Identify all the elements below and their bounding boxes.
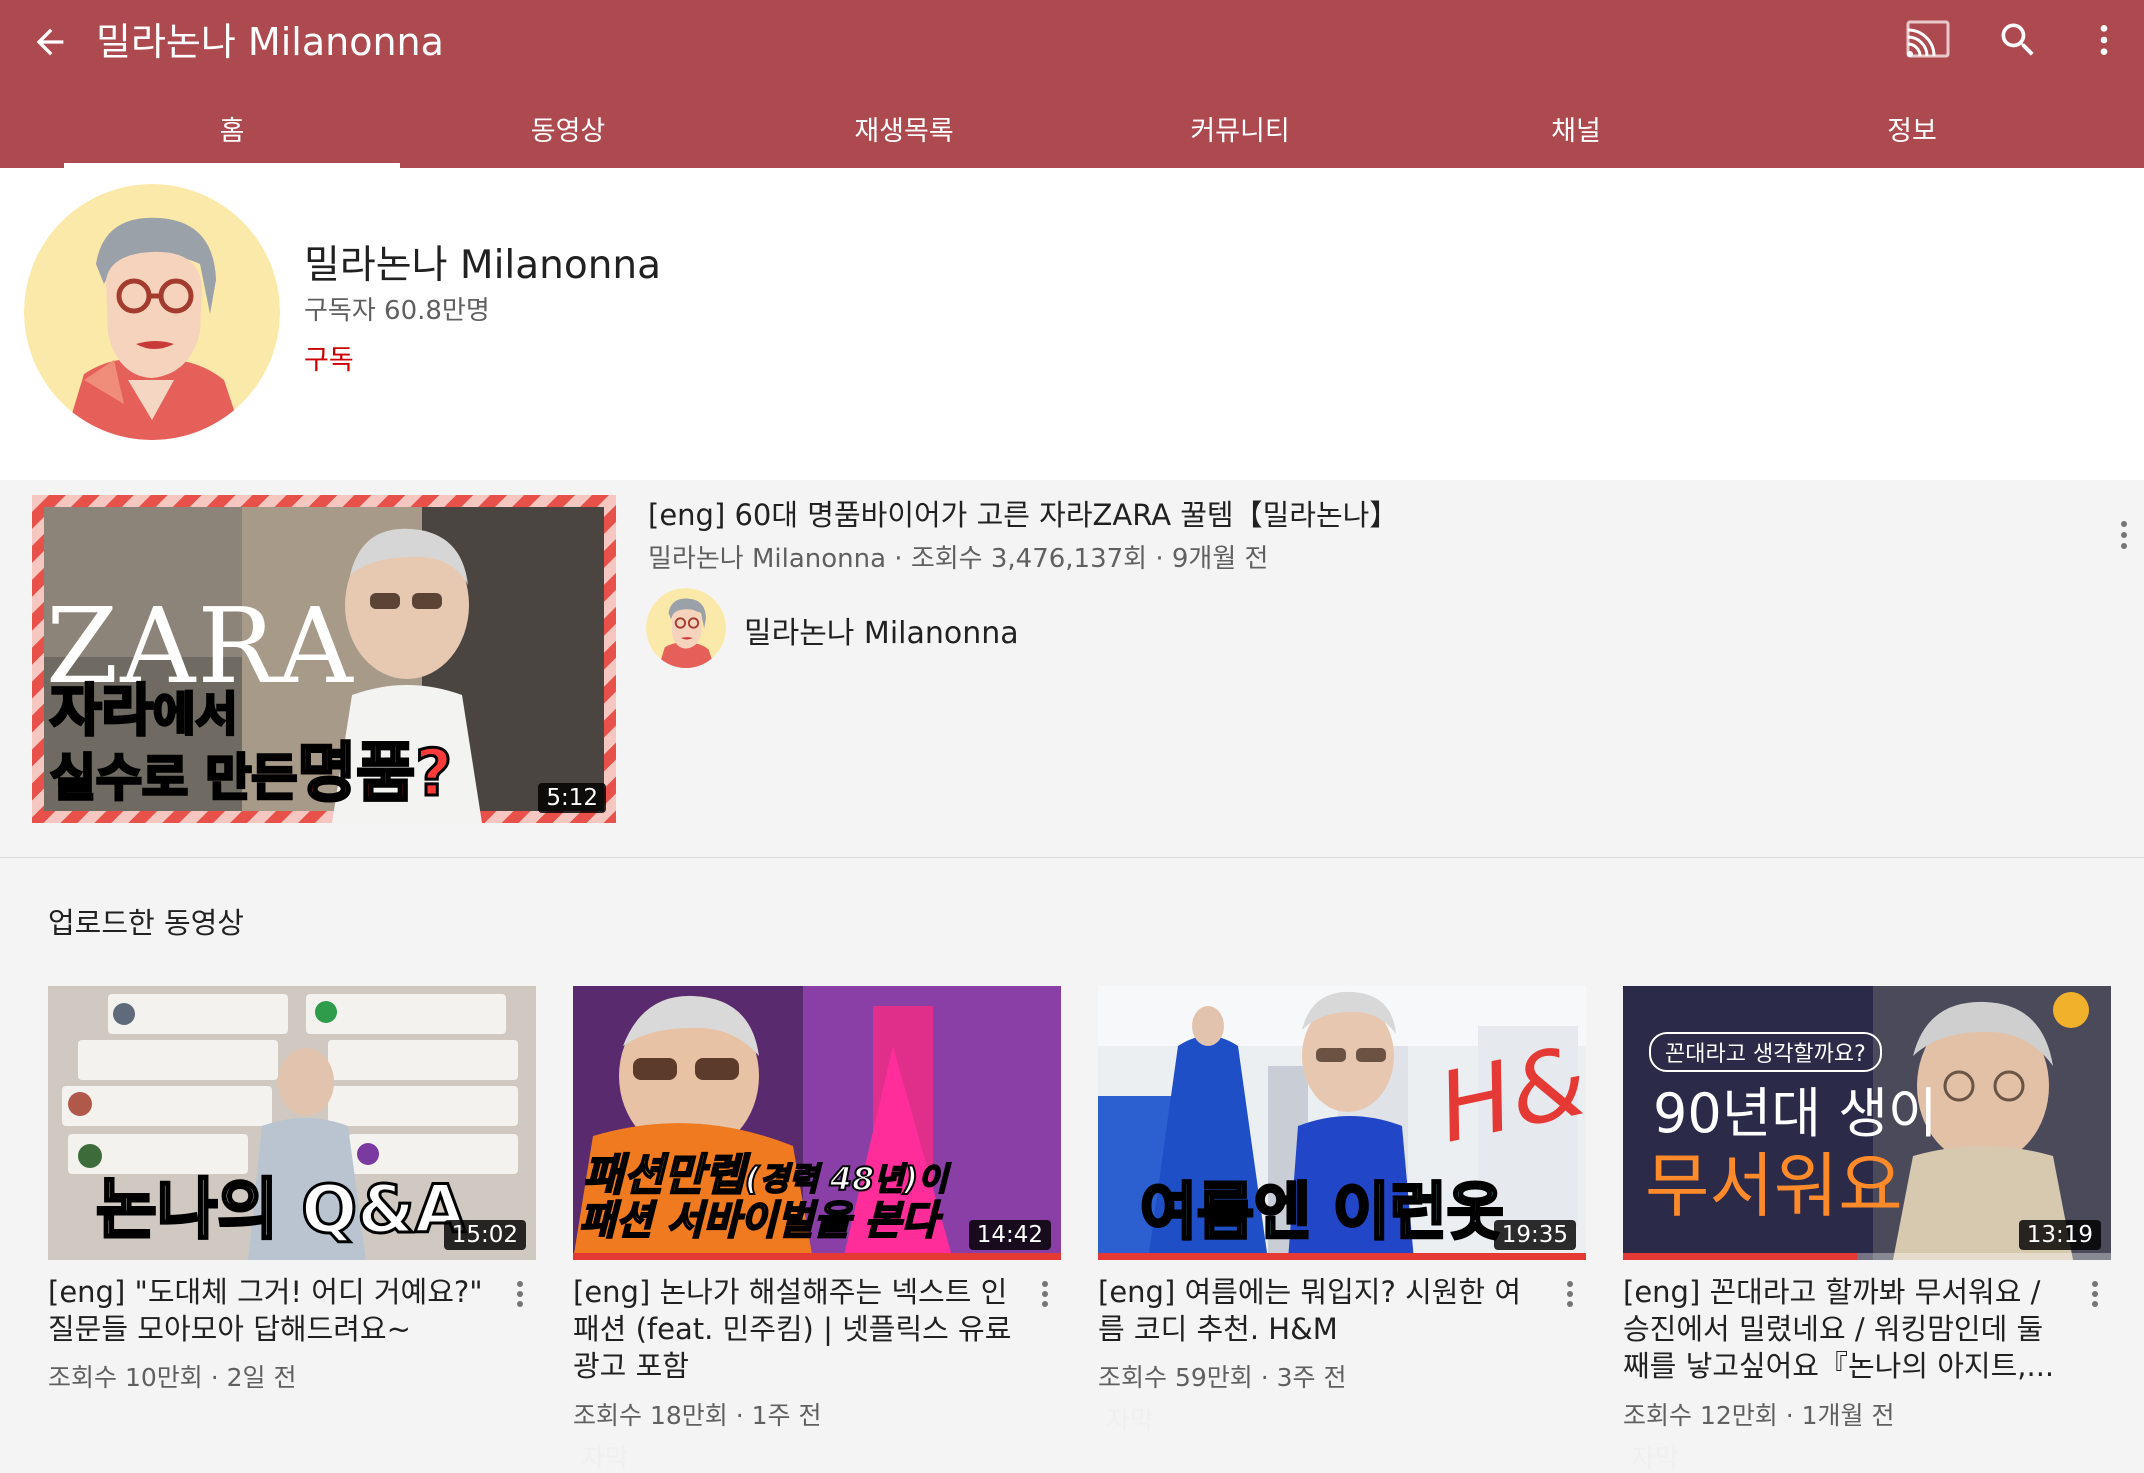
channel-tabs: 홈 동영상 재생목록 커뮤니티 채널 정보	[64, 88, 2080, 168]
video-thumb-caption-line2: 무서워요	[1645, 1145, 1903, 1227]
featured-channel-name[interactable]: 밀라논나 Milanonna	[744, 608, 1019, 652]
video-card[interactable]: 패션만렙(경력 48년)이 패션 서바이벌을 본다 14:42 [eng] 논나…	[573, 986, 1061, 1473]
video-thumb-caption-line1: 90년대 생이	[1653, 1082, 1938, 1145]
video-more-button[interactable]	[2079, 1274, 2111, 1314]
video-thumb-caption-line1: 패션만렙(경력 48년)이	[582, 1150, 949, 1201]
caption-badge: 자막	[1631, 1444, 1679, 1473]
watch-progress-bar	[1098, 1253, 1586, 1260]
duration-badge: 19:35	[1493, 1220, 1576, 1250]
arrow-back-icon	[36, 28, 64, 56]
search-icon	[2001, 23, 2034, 56]
featured-title[interactable]: [eng] 60대 명품바이어가 고른 자라ZARA 꿀템【밀라논나】	[648, 492, 2048, 534]
video-thumbnail[interactable]: H&M 여름엔 이런옷 19:35	[1098, 986, 1586, 1260]
featured-channel-avatar[interactable]	[646, 588, 726, 668]
more-vert-icon	[517, 1281, 523, 1307]
duration-badge: 13:19	[2018, 1220, 2101, 1250]
featured-more-button[interactable]	[2104, 510, 2144, 560]
cast-icon	[1906, 20, 1950, 58]
featured-thumb-caption-line2: 실수로 만든명품?	[48, 737, 453, 811]
video-card[interactable]: H&M 여름엔 이런옷 19:35 [eng] 여름에는 뭐입지? 시원한 여름…	[1098, 986, 1586, 1473]
more-vert-icon	[2121, 521, 2127, 549]
top-bar: 밀라논나 Milanonna	[0, 0, 2144, 84]
video-more-button[interactable]	[504, 1274, 536, 1314]
tab-about[interactable]: 정보	[1744, 88, 2080, 168]
more-vert-icon	[1042, 1281, 1048, 1307]
video-card[interactable]: 꼰대라고 생각할까요? 90년대 생이 무서워요 13:19 [eng] 꼰대라…	[1623, 986, 2111, 1473]
video-meta: 조회수 10만회 · 2일 전	[48, 1363, 297, 1392]
duration-badge: 15:02	[443, 1220, 526, 1250]
video-thumb-caption: 여름엔 이런옷	[1139, 1174, 1506, 1249]
video-title[interactable]: [eng] "도대체 그거! 어디 거예요?" 질문들 모아모아 답해드려요~	[48, 1274, 488, 1348]
featured-thumb-caption-line1: 자라에서	[48, 679, 239, 744]
video-title[interactable]: [eng] 꼰대라고 할까봐 무서워요 / 승진에서 밀렸네요 / 워킹맘인데 …	[1623, 1274, 2063, 1385]
video-card[interactable]: 논나의 Q&A 15:02 [eng] "도대체 그거! 어디 거예요?" 질문…	[48, 986, 536, 1473]
video-thumb-bubble: 꼰대라고 생각할까요?	[1649, 1032, 1882, 1072]
channel-avatar[interactable]	[24, 184, 280, 440]
more-vert-icon	[1567, 1281, 1573, 1307]
more-options-button[interactable]	[2074, 10, 2134, 70]
featured-thumbnail[interactable]: ZARA 자라에서 실수로 만든명품? 5:12	[32, 495, 616, 823]
channel-header: 밀라논나 Milanonna 구독자 60.8만명 구독	[0, 168, 2144, 480]
watch-progress-bar	[573, 1253, 1061, 1260]
more-vert-icon	[2100, 25, 2108, 55]
watch-progress-bar	[1623, 1253, 1858, 1260]
divider	[0, 857, 2144, 858]
channel-name: 밀라논나 Milanonna	[304, 243, 662, 288]
video-more-button[interactable]	[1029, 1274, 1061, 1314]
video-thumb-caption: 논나의 Q&A	[95, 1170, 468, 1249]
tab-playlists[interactable]: 재생목록	[736, 88, 1072, 168]
video-thumbnail[interactable]: 꼰대라고 생각할까요? 90년대 생이 무서워요 13:19	[1623, 986, 2111, 1260]
back-button[interactable]	[22, 14, 78, 70]
video-meta: 조회수 59만회 · 3주 전	[1098, 1363, 1347, 1392]
milanonna-illustration-icon	[24, 184, 280, 440]
video-title[interactable]: [eng] 여름에는 뭐입지? 시원한 여름 코디 추천. H&M	[1098, 1274, 1538, 1348]
cast-button[interactable]	[1898, 10, 1958, 70]
video-thumbnail[interactable]: 논나의 Q&A 15:02	[48, 986, 536, 1260]
app-title: 밀라논나 Milanonna	[96, 20, 444, 64]
duration-badge: 14:42	[968, 1220, 1051, 1250]
tab-videos[interactable]: 동영상	[400, 88, 736, 168]
duration-badge: 5:12	[538, 783, 606, 813]
more-vert-icon	[2092, 1281, 2098, 1307]
subscribe-button[interactable]: 구독	[304, 338, 354, 377]
video-thumb-caption-line2: 패션 서바이벌을 본다	[578, 1197, 939, 1245]
tab-channels[interactable]: 채널	[1408, 88, 1744, 168]
video-meta: 조회수 18만회 · 1주 전	[573, 1401, 822, 1430]
featured-video: ZARA 자라에서 실수로 만든명품? 5:12 [eng] 60대 명품바이어…	[0, 480, 2144, 858]
video-thumbnail[interactable]: 패션만렙(경력 48년)이 패션 서바이벌을 본다 14:42	[573, 986, 1061, 1260]
uploads-section-title: 업로드한 동영상	[48, 906, 244, 940]
video-meta: 조회수 12만회 · 1개월 전	[1623, 1401, 1895, 1430]
search-button[interactable]	[1988, 10, 2048, 70]
milanonna-illustration-icon	[646, 588, 726, 668]
video-title[interactable]: [eng] 논나가 해설해주는 넥스트 인 패션 (feat. 민주킴) | 넷…	[573, 1274, 1013, 1385]
tab-home[interactable]: 홈	[64, 88, 400, 168]
video-more-button[interactable]	[1554, 1274, 1586, 1314]
tab-community[interactable]: 커뮤니티	[1072, 88, 1408, 168]
app-bar: 밀라논나 Milanonna 홈 동영상 재생목록 커뮤니티 채널 정보	[0, 0, 2144, 168]
subscriber-count: 구독자 60.8만명	[304, 296, 490, 326]
caption-badge: 자막	[1106, 1406, 1154, 1436]
caption-badge: 자막	[581, 1444, 629, 1473]
featured-meta: 밀라논나 Milanonna · 조회수 3,476,137회 · 9개월 전	[648, 544, 1269, 574]
uploads-grid: 논나의 Q&A 15:02 [eng] "도대체 그거! 어디 거예요?" 질문…	[48, 986, 2112, 1473]
